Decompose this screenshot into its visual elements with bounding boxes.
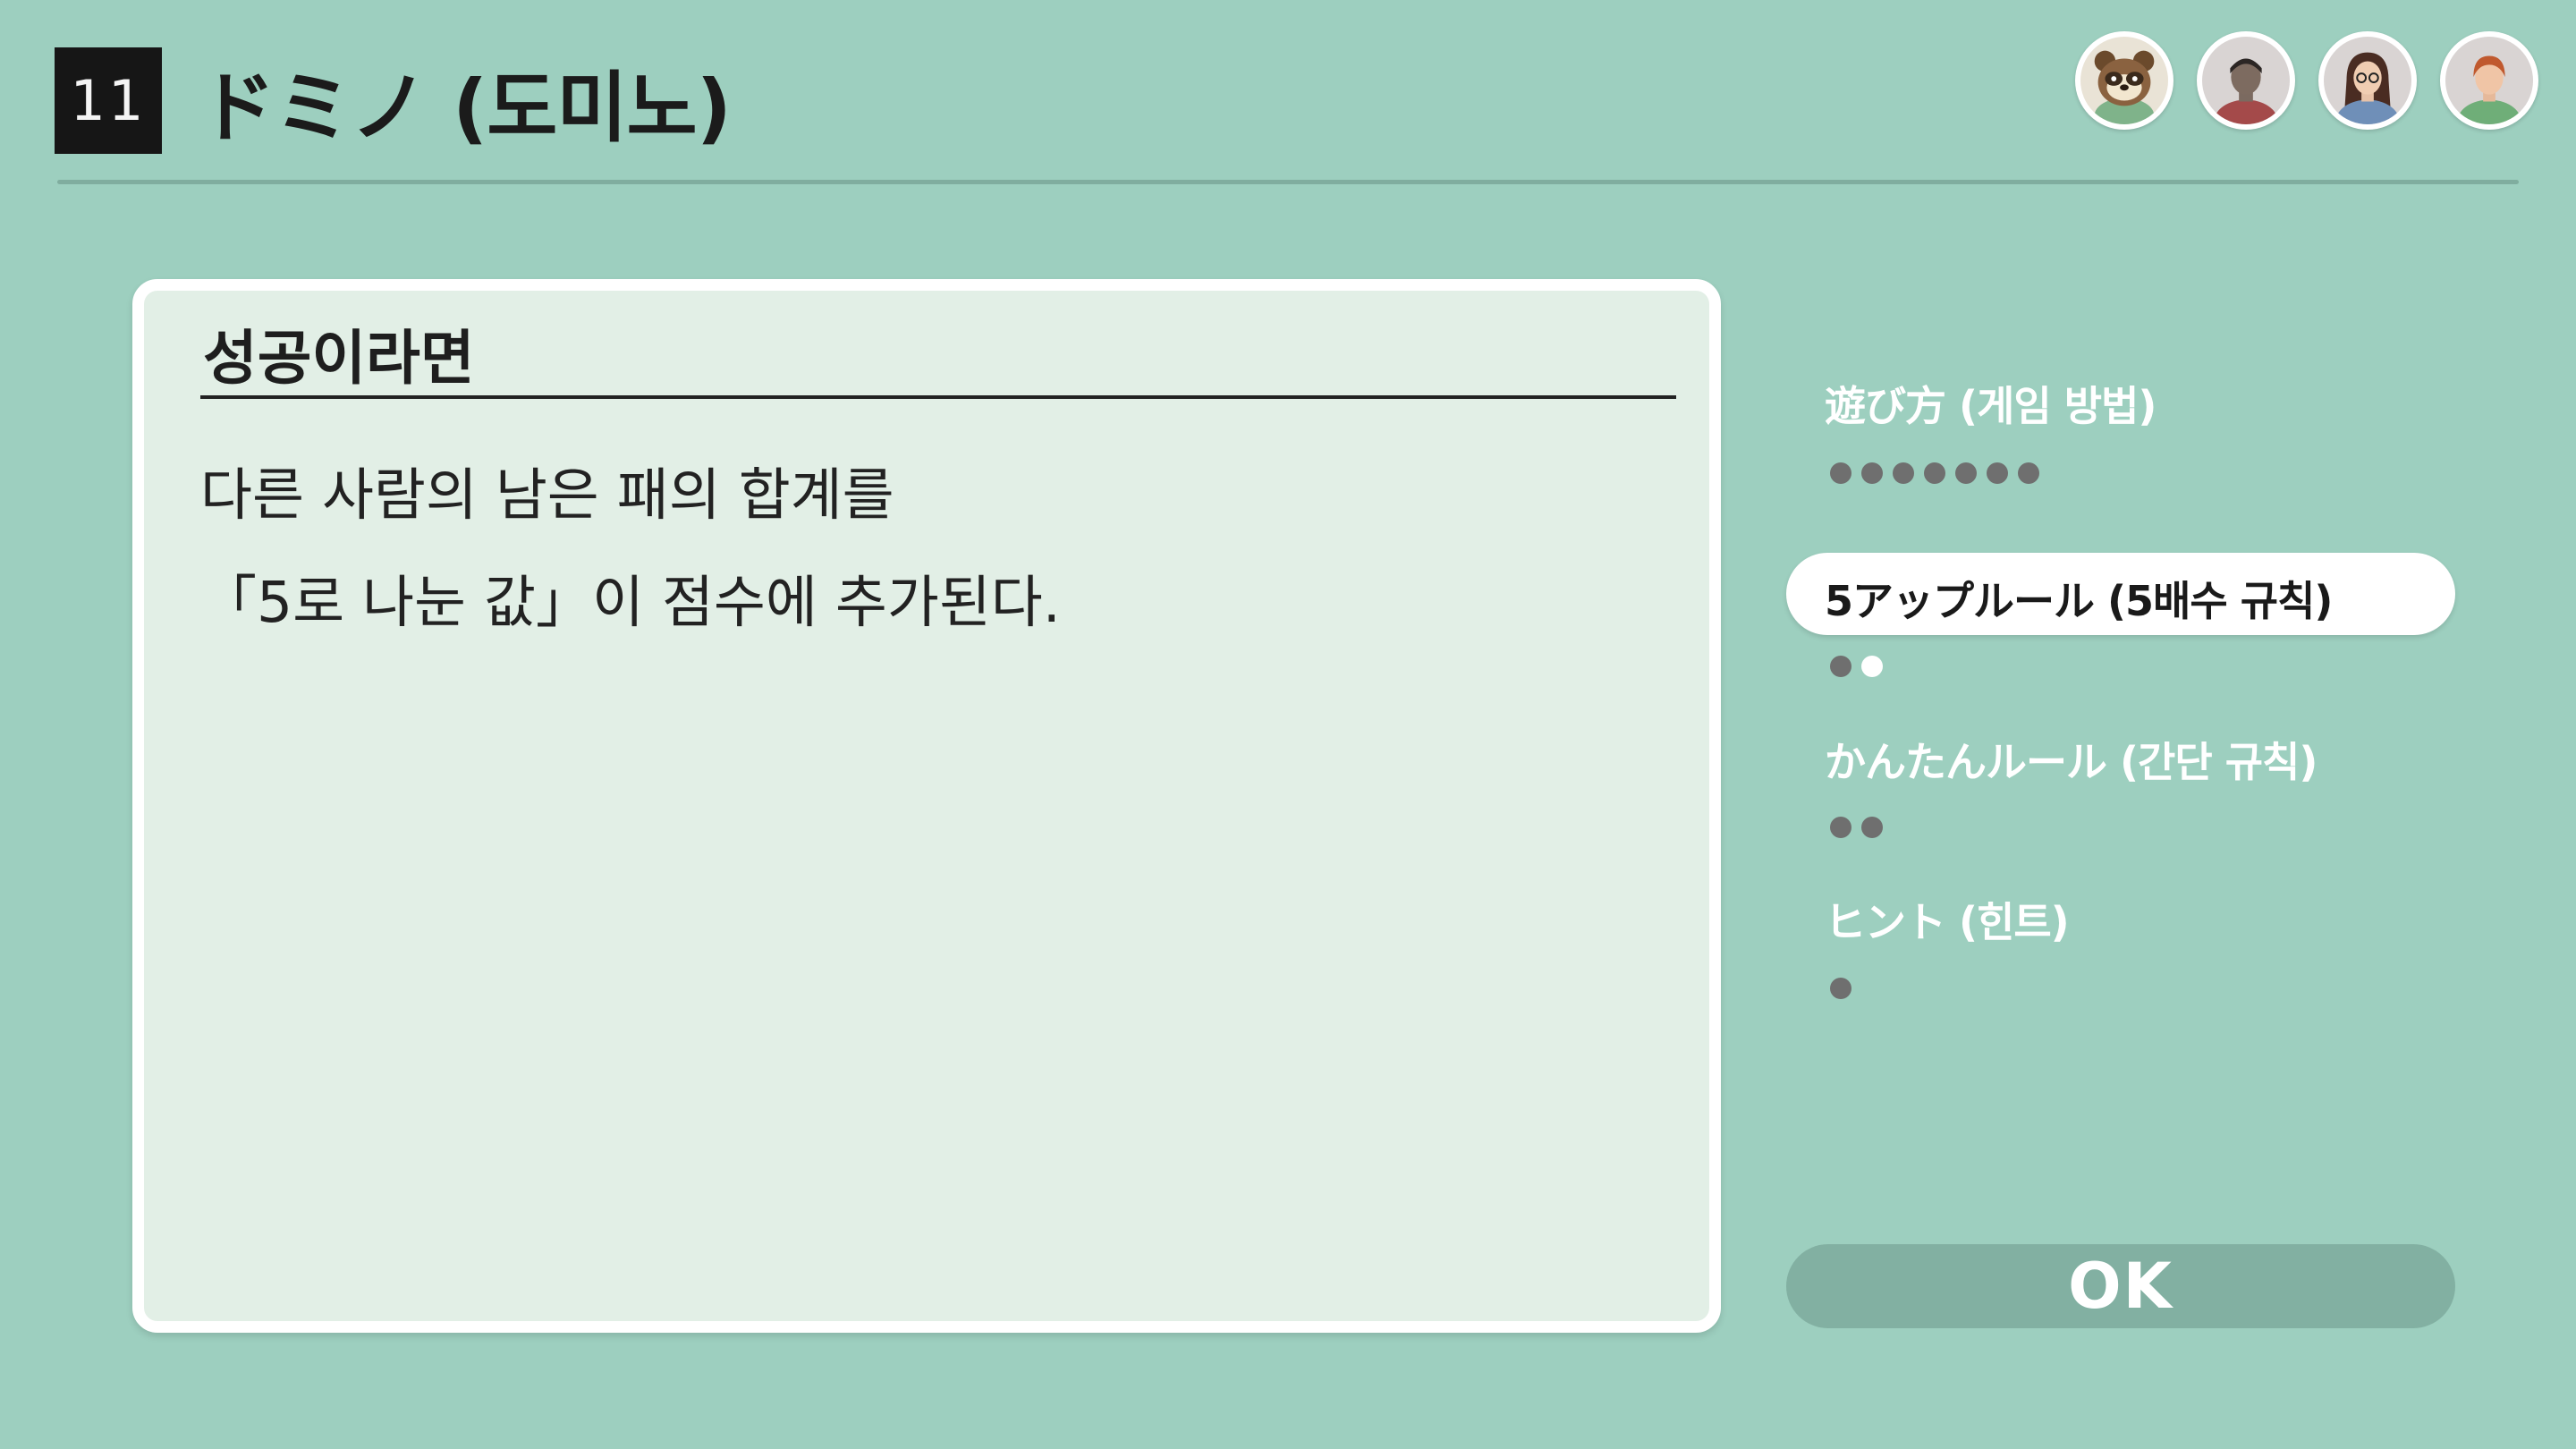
- rule-card-text-line: 다른 사람의 남은 패의 합계를: [200, 462, 894, 528]
- rule-card: 성공이라면 다른 사람의 남은 패의 합계를 「5로 나눈 값」이 점수에 추가…: [132, 279, 1721, 1333]
- ok-button[interactable]: OK: [1786, 1244, 2455, 1328]
- player-avatar-glasses-icon: [2324, 37, 2411, 124]
- page-dot: [1987, 462, 2008, 484]
- page-indicator-how-to-play: [1830, 462, 2039, 484]
- player-avatar-2: [2197, 31, 2295, 130]
- page-indicator-easy-rule: [1830, 817, 1883, 838]
- game-number-badge: 11: [55, 47, 162, 154]
- menu-item-easy-rule[interactable]: かんたんルール (간단 규칙): [1825, 730, 2318, 789]
- page-indicator-hint: [1830, 978, 1852, 999]
- page-dot: [2018, 462, 2039, 484]
- player-avatar-3: [2318, 31, 2417, 130]
- player-avatar-4: [2440, 31, 2538, 130]
- raccoon-character-icon: [2080, 37, 2168, 124]
- page-dot: [1924, 462, 1945, 484]
- header-divider: [57, 180, 2519, 184]
- player-avatar-icon: [2445, 37, 2533, 124]
- page-dot-current: [1861, 656, 1883, 677]
- page-dot: [1861, 462, 1883, 484]
- page-dot: [1955, 462, 1977, 484]
- player-avatars: [2075, 31, 2538, 130]
- menu-item-5-up-rule[interactable]: 5アップルール (5배수 규칙): [1786, 553, 2455, 635]
- game-title: ドミノ (도미노): [199, 63, 732, 153]
- page-dot: [1830, 656, 1852, 677]
- page-indicator-5-up-rule: [1830, 656, 1883, 677]
- page-dot: [1830, 462, 1852, 484]
- menu-item-how-to-play[interactable]: 遊び方 (게임 방법): [1825, 374, 2157, 433]
- menu-item-label: 5アップルール (5배수 규칙): [1825, 577, 2333, 625]
- page-dot: [1893, 462, 1914, 484]
- player-avatar-icon: [2202, 37, 2290, 124]
- rule-card-text-line: 「5로 나눈 값」이 점수에 추가된다.: [200, 570, 1061, 635]
- menu-item-hint[interactable]: ヒント (힌트): [1825, 890, 2070, 949]
- page-dot: [1830, 817, 1852, 838]
- rule-card-heading: 성공이라면: [203, 324, 475, 393]
- page-dot: [1830, 978, 1852, 999]
- page-dot: [1861, 817, 1883, 838]
- player-avatar-1: [2075, 31, 2174, 130]
- rule-card-divider: [200, 395, 1676, 399]
